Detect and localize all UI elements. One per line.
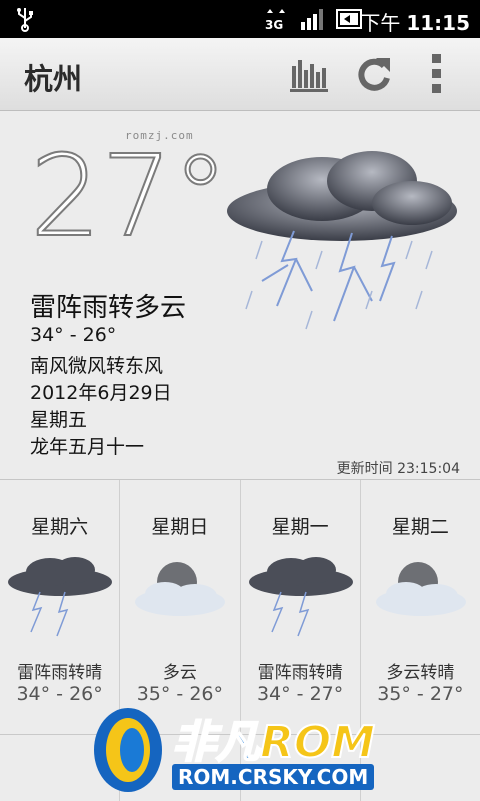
forecast-condition: 雷阵雨转晴 (17, 663, 103, 683)
logo-brand: 非凡ROM (171, 706, 376, 770)
forecast-day-label: 星期二 (391, 516, 449, 538)
svg-text:3G: 3G (265, 18, 283, 31)
cloudy-moon-icon (135, 562, 226, 616)
forecast-condition: 雷阵雨转晴 (257, 663, 343, 683)
logo-url: ROM.CRSKY.COM (172, 764, 375, 790)
time-period: 下午 (360, 11, 401, 35)
thunderstorm-icon (8, 557, 112, 637)
forecast-condition: 多云转晴 (386, 663, 455, 683)
weekday-text: 星期五 (30, 409, 88, 431)
lunar-date-text: 龙年五月十一 (30, 436, 145, 458)
current-temperature: 27° (29, 132, 230, 262)
temperature-range: 34° - 26° (30, 324, 117, 346)
wind-text: 南风微风转东风 (30, 355, 164, 377)
action-bar: 杭州 (0, 38, 480, 111)
status-time: 下午 11:15 (360, 7, 470, 36)
logo-brand-part1: 非凡 (171, 716, 261, 769)
usb-icon (17, 8, 33, 32)
current-weather-panel: romzj.com 27° 雷阵雨转多云 34° - 26° 南风微风转东风 2… (0, 111, 480, 479)
cloudy-moon-icon (375, 562, 466, 616)
logo-brand-part2: ROM (259, 716, 376, 769)
signal-icon (301, 9, 323, 30)
city-title[interactable]: 杭州 (24, 56, 82, 98)
time-value: 11:15 (406, 11, 470, 35)
date-text: 2012年6月29日 (30, 382, 172, 404)
updated-time: 更新时间 23:15:04 (336, 461, 460, 477)
forecast-day-label: 星期日 (151, 516, 209, 538)
thunderstorm-icon (227, 151, 457, 330)
chart-icon[interactable] (288, 52, 332, 96)
site-logo-watermark: 非凡ROM ROM.CRSKY.COM (88, 698, 448, 800)
forecast-day-label: 星期六 (31, 516, 89, 538)
current-condition: 雷阵雨转多云 (30, 293, 187, 323)
logo-emblem-icon (94, 708, 162, 792)
forecast-day-label: 星期一 (271, 516, 329, 538)
network-3g-icon: 3G (265, 9, 285, 31)
overflow-menu-icon[interactable] (418, 52, 462, 96)
status-bar: 3G 下午 11:15 (0, 0, 480, 38)
refresh-icon[interactable] (352, 52, 396, 96)
forecast-condition: 多云 (162, 663, 197, 683)
thunderstorm-icon (248, 557, 353, 637)
